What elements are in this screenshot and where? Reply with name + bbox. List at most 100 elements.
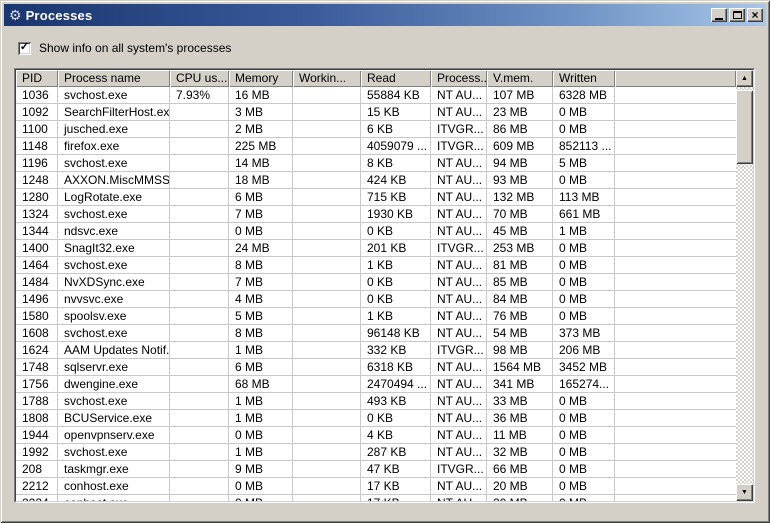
table-row[interactable]: 1496nvvsvc.exe4 MB0 KBNT AU...84 MB0 MB xyxy=(16,291,736,308)
cell-vmem: 32 MB xyxy=(487,444,553,461)
titlebar[interactable]: ⚙ Processes × xyxy=(4,4,766,26)
cell-pid: 1808 xyxy=(16,410,58,427)
scroll-down-button[interactable]: ▼ xyxy=(736,484,753,501)
column-header-working-set[interactable]: Workin... xyxy=(293,70,361,87)
cell-pid: 1496 xyxy=(16,291,58,308)
cell-pid: 1280 xyxy=(16,189,58,206)
scroll-up-button[interactable]: ▲ xyxy=(736,70,753,87)
column-header-memory[interactable]: Memory xyxy=(229,70,293,87)
table-row[interactable]: 1944openvpnserv.exe0 MB4 KBNT AU...11 MB… xyxy=(16,427,736,444)
cell-working-set xyxy=(293,223,361,240)
column-header-blank[interactable] xyxy=(615,70,736,87)
cell-working-set xyxy=(293,342,361,359)
scrollbar-track[interactable] xyxy=(736,87,753,484)
cell-read: 4 KB xyxy=(361,427,431,444)
cell-read: 1 KB xyxy=(361,308,431,325)
table-row[interactable]: 1280LogRotate.exe6 MB715 KBNT AU...132 M… xyxy=(16,189,736,206)
table-row[interactable]: 1036svchost.exe7.93%16 MB55884 KBNT AU..… xyxy=(16,87,736,104)
cell-cpu-usage xyxy=(170,121,229,138)
scrollbar-thumb[interactable] xyxy=(736,90,753,164)
table-row[interactable]: 1788svchost.exe1 MB493 KBNT AU...33 MB0 … xyxy=(16,393,736,410)
cell-read: 55884 KB xyxy=(361,87,431,104)
table-row[interactable]: 1756dwengine.exe68 MB2470494 ...NT AU...… xyxy=(16,376,736,393)
cell-blank xyxy=(615,308,736,325)
table-header-row: PIDProcess nameCPU us...MemoryWorkin...R… xyxy=(16,70,736,87)
vertical-scrollbar[interactable]: ▲ ▼ xyxy=(736,70,753,501)
table-row[interactable]: 1992svchost.exe1 MB287 KBNT AU...32 MB0 … xyxy=(16,444,736,461)
cell-working-set xyxy=(293,104,361,121)
table-row[interactable]: 1580spoolsv.exe5 MB1 KBNT AU...76 MB0 MB xyxy=(16,308,736,325)
table-row[interactable]: 1100jusched.exe2 MB6 KBITVGR...86 MB0 MB xyxy=(16,121,736,138)
cell-pid: 1344 xyxy=(16,223,58,240)
cell-written: 0 MB xyxy=(553,427,615,444)
cell-cpu-usage xyxy=(170,342,229,359)
cell-process-user: NT AU... xyxy=(431,325,487,342)
show-all-processes-option: ✓ Show info on all system's processes xyxy=(18,41,231,55)
maximize-icon xyxy=(733,11,742,19)
column-header-read[interactable]: Read xyxy=(361,70,431,87)
table-row[interactable]: 1464svchost.exe8 MB1 KBNT AU...81 MB0 MB xyxy=(16,257,736,274)
table-row[interactable]: 1808BCUService.exe1 MB0 KBNT AU...36 MB0… xyxy=(16,410,736,427)
maximize-button[interactable] xyxy=(729,8,745,22)
cell-pid: 1036 xyxy=(16,87,58,104)
table-row[interactable]: 1400SnagIt32.exe24 MB201 KBITVGR...253 M… xyxy=(16,240,736,257)
table-row[interactable]: 2224conhost.exe0 MB17 KBNT AU...20 MB0 M… xyxy=(16,495,736,501)
table-row[interactable]: 1092SearchFilterHost.exe3 MB15 KBNT AU..… xyxy=(16,104,736,121)
close-button[interactable]: × xyxy=(747,8,763,22)
table-row[interactable]: 208taskmgr.exe9 MB47 KBITVGR...66 MB0 MB xyxy=(16,461,736,478)
cell-memory: 3 MB xyxy=(229,104,293,121)
cell-read: 201 KB xyxy=(361,240,431,257)
cell-vmem: 132 MB xyxy=(487,189,553,206)
table-row[interactable]: 1324svchost.exe7 MB1930 KBNT AU...70 MB6… xyxy=(16,206,736,223)
table-row[interactable]: 2212conhost.exe0 MB17 KBNT AU...20 MB0 M… xyxy=(16,478,736,495)
cell-process-name: SearchFilterHost.exe xyxy=(58,104,170,121)
table-row[interactable]: 1608svchost.exe8 MB96148 KBNT AU...54 MB… xyxy=(16,325,736,342)
cell-memory: 2 MB xyxy=(229,121,293,138)
minimize-button[interactable] xyxy=(711,8,727,22)
cell-process-name: ndsvc.exe xyxy=(58,223,170,240)
cell-blank xyxy=(615,410,736,427)
cell-read: 0 KB xyxy=(361,410,431,427)
cell-cpu-usage xyxy=(170,240,229,257)
cell-written: 6328 MB xyxy=(553,87,615,104)
table-row[interactable]: 1484NvXDSync.exe7 MB0 KBNT AU...85 MB0 M… xyxy=(16,274,736,291)
table-row[interactable]: 1248AXXON.MiscMMSS18 MB424 KBNT AU...93 … xyxy=(16,172,736,189)
table-row[interactable]: 1748sqlservr.exe6 MB6318 KBNT AU...1564 … xyxy=(16,359,736,376)
column-header-vmem[interactable]: V.mem. xyxy=(487,70,553,87)
cell-process-user: ITVGR... xyxy=(431,342,487,359)
table-row[interactable]: 1196svchost.exe14 MB8 KBNT AU...94 MB5 M… xyxy=(16,155,736,172)
cell-cpu-usage xyxy=(170,223,229,240)
table-row[interactable]: 1344ndsvc.exe0 MB0 KBNT AU...45 MB1 MB xyxy=(16,223,736,240)
column-header-process-name[interactable]: Process name xyxy=(58,70,170,87)
column-header-pid[interactable]: PID xyxy=(16,70,58,87)
table-row[interactable]: 1624AAM Updates Notif...1 MB332 KBITVGR.… xyxy=(16,342,736,359)
cell-vmem: 98 MB xyxy=(487,342,553,359)
cell-vmem: 86 MB xyxy=(487,121,553,138)
process-table: PIDProcess nameCPU us...MemoryWorkin...R… xyxy=(15,69,754,502)
cell-memory: 0 MB xyxy=(229,223,293,240)
table-row[interactable]: 1148firefox.exe225 MB4059079 ...ITVGR...… xyxy=(16,138,736,155)
cell-written: 0 MB xyxy=(553,444,615,461)
cell-pid: 208 xyxy=(16,461,58,478)
cell-vmem: 54 MB xyxy=(487,325,553,342)
cell-vmem: 93 MB xyxy=(487,172,553,189)
cell-cpu-usage xyxy=(170,257,229,274)
cell-written: 661 MB xyxy=(553,206,615,223)
cell-process-name: conhost.exe xyxy=(58,495,170,501)
show-all-processes-checkbox[interactable]: ✓ xyxy=(18,42,31,55)
cell-blank xyxy=(615,138,736,155)
cell-memory: 4 MB xyxy=(229,291,293,308)
cell-cpu-usage xyxy=(170,138,229,155)
cell-process-user: NT AU... xyxy=(431,410,487,427)
column-header-process-user[interactable]: Process... xyxy=(431,70,487,87)
column-header-written[interactable]: Written xyxy=(553,70,615,87)
cell-written: 206 MB xyxy=(553,342,615,359)
cell-working-set xyxy=(293,189,361,206)
column-header-cpu-usage[interactable]: CPU us... xyxy=(170,70,229,87)
cell-working-set xyxy=(293,206,361,223)
minimize-icon xyxy=(715,18,723,20)
cell-written: 3452 MB xyxy=(553,359,615,376)
cell-read: 0 KB xyxy=(361,274,431,291)
cell-working-set xyxy=(293,376,361,393)
cell-process-name: LogRotate.exe xyxy=(58,189,170,206)
